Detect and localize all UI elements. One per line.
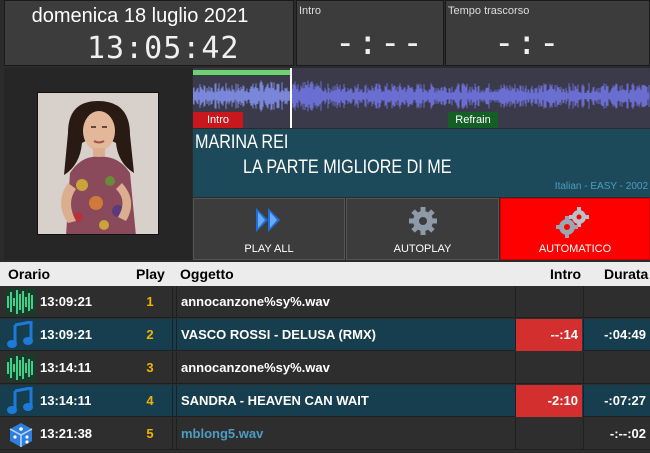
automatico-button[interactable]: AUTOMATICO xyxy=(500,198,650,260)
header-orario[interactable]: Orario xyxy=(8,266,50,282)
play-all-button[interactable]: PLAY ALL xyxy=(193,198,345,260)
intro-cell xyxy=(516,352,582,384)
cell-durata: -:--:02 xyxy=(609,426,646,441)
intro-cell: --:14 xyxy=(516,319,582,351)
intro-marker[interactable]: Intro xyxy=(193,112,243,128)
table-row[interactable]: 13:21:38 5 mblong5.wav -:--:02 xyxy=(0,418,650,450)
cell-time: 13:14:11 xyxy=(40,393,92,408)
cell-object: mblong5.wav xyxy=(181,426,264,441)
table-row[interactable]: 13:09:21 1 annocanzone%sy%.wav xyxy=(0,286,650,318)
song-title: LA PARTE MIGLIORE DI ME xyxy=(243,157,452,178)
cell-play: 3 xyxy=(146,360,154,375)
table-row[interactable]: 13:14:11 4 SANDRA - HEAVEN CAN WAIT -2:10 -:… xyxy=(0,385,650,417)
playhead-cursor[interactable] xyxy=(290,68,292,128)
autoplay-button[interactable]: AUTOPLAY xyxy=(346,198,499,260)
intro-cell xyxy=(516,286,582,318)
header-intro[interactable]: Intro xyxy=(550,266,581,282)
cell-play: 1 xyxy=(146,294,154,309)
cell-time: 13:14:11 xyxy=(40,360,92,375)
gear-icon xyxy=(408,207,437,235)
cell-time: 13:21:38 xyxy=(40,426,93,441)
cell-object: VASCO ROSSI - DELUSA (RMX) xyxy=(181,327,377,342)
autoplay-label: AUTOPLAY xyxy=(393,243,452,255)
cell-play: 5 xyxy=(146,426,154,441)
waveform-graph xyxy=(193,80,650,112)
music-note-icon xyxy=(6,320,36,349)
header-play[interactable]: Play xyxy=(136,266,165,282)
cell-intro: -2:10 xyxy=(547,393,578,408)
refrain-marker[interactable]: Refrain xyxy=(448,112,498,128)
cell-time: 13:09:21 xyxy=(40,327,93,342)
intro-counter: -:-- xyxy=(335,23,425,63)
automatico-label: AUTOMATICO xyxy=(538,243,612,255)
intro-cell: -2:10 xyxy=(516,385,582,417)
header-durata[interactable]: Durata xyxy=(604,266,648,282)
table-header: Orario Play Oggetto Intro Durata xyxy=(0,262,650,286)
waveform-display[interactable]: Intro Refrain xyxy=(193,68,650,128)
duration-cell xyxy=(584,286,650,318)
dice-icon xyxy=(6,420,36,448)
play-all-label: PLAY ALL xyxy=(244,243,294,255)
album-cover-image xyxy=(37,92,159,235)
duration-cell: -:--:02 xyxy=(584,418,650,450)
duration-cell: -:07:27 xyxy=(584,385,650,417)
gears-icon xyxy=(556,207,589,238)
clock-panel: domenica 18 luglio 2021 13:05:42 xyxy=(4,0,294,66)
intro-counter-panel: Intro -:-- xyxy=(296,0,444,66)
playlist-table: Orario Play Oggetto Intro Durata 13:09:2… xyxy=(0,262,650,452)
waveform-icon xyxy=(6,288,36,316)
cell-object: SANDRA - HEAVEN CAN WAIT xyxy=(181,393,369,408)
cell-time: 13:09:21 xyxy=(40,294,93,309)
waveform-icon xyxy=(6,354,36,382)
now-playing-info: MARINA REI LA PARTE MIGLIORE DI ME Itali… xyxy=(193,129,650,197)
fast-forward-icon xyxy=(256,208,280,232)
cell-play: 4 xyxy=(146,393,154,408)
elapsed-label: Tempo trascorso xyxy=(448,5,530,17)
duration-cell: -:04:49 xyxy=(584,319,650,351)
cell-object: annocanzone%sy%.wav xyxy=(181,360,330,375)
elapsed-time-panel: Tempo trascorso -:--:26 xyxy=(445,0,650,103)
table-row[interactable]: 13:14:11 3 annocanzone%sy%.wav xyxy=(0,352,650,384)
cell-play: 2 xyxy=(146,327,154,342)
intro-label: Intro xyxy=(299,5,322,17)
header-oggetto[interactable]: Oggetto xyxy=(180,266,234,282)
music-note-icon xyxy=(6,386,36,415)
intro-cell xyxy=(516,418,582,450)
genre-info: Italian - EASY - 2002 xyxy=(554,181,648,192)
duration-cell xyxy=(584,352,650,384)
cover-area xyxy=(4,68,192,260)
cell-durata: -:04:49 xyxy=(604,327,646,342)
cell-object: annocanzone%sy%.wav xyxy=(181,294,330,309)
current-time: 13:05:42 xyxy=(87,31,240,66)
current-date: domenica 18 luglio 2021 xyxy=(31,5,249,27)
artist-name: MARINA REI xyxy=(195,132,289,153)
cell-durata: -:07:27 xyxy=(604,393,646,408)
table-row[interactable]: 13:09:21 2 VASCO ROSSI - DELUSA (RMX) --:14… xyxy=(0,319,650,351)
cell-intro: --:14 xyxy=(550,327,578,342)
